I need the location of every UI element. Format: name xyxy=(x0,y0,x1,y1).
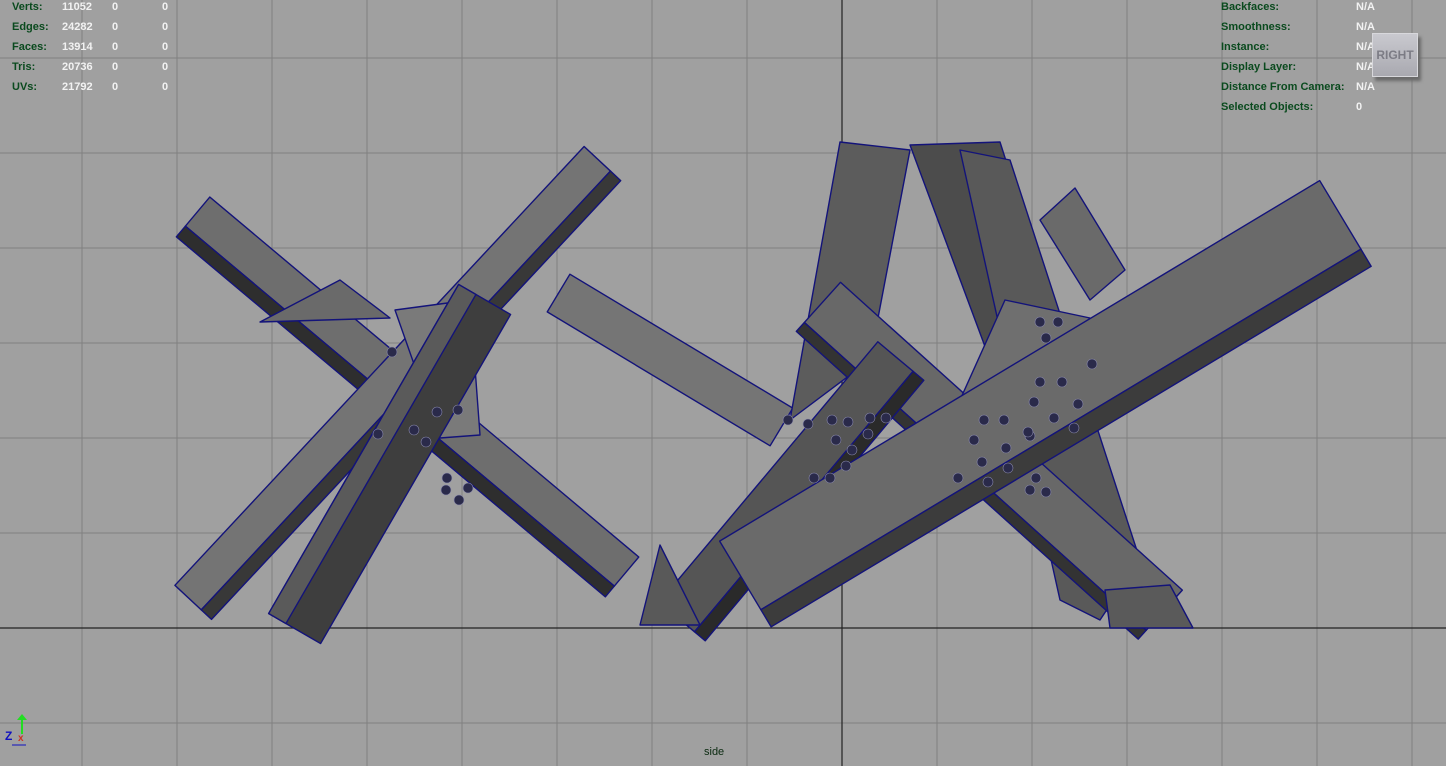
stat-value: 11052 xyxy=(62,1,92,13)
stat-value: 24282 xyxy=(62,21,93,33)
bolt-hole xyxy=(782,414,794,426)
info-label: Instance: xyxy=(1221,41,1270,53)
bolt-hole xyxy=(1002,462,1014,474)
bolt-hole xyxy=(1056,376,1068,388)
stat-value: 0 xyxy=(162,61,169,73)
svg-text:Z: Z xyxy=(5,729,12,743)
stat-label: UVs: xyxy=(12,81,38,93)
bolt-hole xyxy=(824,472,836,484)
axis-gizmo-icon: Z x xyxy=(5,714,27,746)
bolt-hole xyxy=(1068,422,1080,434)
bolt-hole xyxy=(1000,442,1012,454)
svg-text:x: x xyxy=(18,733,24,744)
bolt-hole xyxy=(372,428,384,440)
bolt-hole xyxy=(978,414,990,426)
camera-name-label: side xyxy=(704,746,725,758)
bolt-hole xyxy=(802,418,814,430)
stat-row: Edges: 24282 0 0 xyxy=(12,17,182,37)
info-row: Backfaces: N/A xyxy=(1221,0,1381,17)
bolt-hole xyxy=(998,414,1010,426)
info-label: Smoothness: xyxy=(1221,21,1291,33)
bolt-hole xyxy=(864,412,876,424)
bolt-hole xyxy=(976,456,988,468)
bolt-hole xyxy=(431,406,443,418)
bolt-hole xyxy=(1052,316,1064,328)
bolt-hole xyxy=(826,414,838,426)
info-value: N/A xyxy=(1356,1,1375,13)
bolt-hole xyxy=(386,346,398,358)
bolt-hole xyxy=(840,460,852,472)
info-row: Display Layer: N/A xyxy=(1221,57,1381,77)
bolt-hole xyxy=(842,416,854,428)
stat-label: Faces: xyxy=(12,41,47,53)
info-value: 0 xyxy=(1356,101,1363,113)
bolt-hole xyxy=(420,436,432,448)
stat-label: Tris: xyxy=(12,61,36,73)
bolt-hole xyxy=(1022,426,1034,438)
stat-row: Verts: 11052 0 0 xyxy=(12,0,182,17)
info-row: Distance From Camera: N/A xyxy=(1221,77,1381,97)
stat-row: Tris: 20736 0 0 xyxy=(12,57,182,77)
bolt-hole xyxy=(1028,396,1040,408)
bolt-hole xyxy=(968,434,980,446)
object-details-hud: Backfaces: N/A Smoothness: N/A Instance: N/A D… xyxy=(1221,0,1381,117)
bolt-hole xyxy=(1040,486,1052,498)
stat-row: UVs: 21792 0 0 xyxy=(12,77,182,97)
bolt-hole xyxy=(452,404,464,416)
stat-value: 0 xyxy=(112,21,119,33)
info-row: Instance: N/A xyxy=(1221,37,1381,57)
stat-value: 0 xyxy=(162,21,169,33)
stat-value: 21792 xyxy=(62,81,93,93)
info-row: Smoothness: N/A xyxy=(1221,17,1381,37)
info-value: N/A xyxy=(1356,81,1375,93)
stat-label: Verts: xyxy=(12,1,43,13)
info-row: Selected Objects: 0 xyxy=(1221,97,1381,117)
bolt-hole xyxy=(1034,376,1046,388)
bolt-hole xyxy=(440,484,452,496)
bolt-hole xyxy=(1086,358,1098,370)
info-label: Display Layer: xyxy=(1221,61,1297,73)
stat-value: 0 xyxy=(112,81,119,93)
info-label: Selected Objects: xyxy=(1221,101,1314,113)
bolt-hole xyxy=(846,444,858,456)
bolt-hole xyxy=(952,472,964,484)
stat-value: 0 xyxy=(112,61,119,73)
stat-value: 13914 xyxy=(62,41,93,53)
stat-row: Faces: 13914 0 0 xyxy=(12,37,182,57)
viewcube-right[interactable]: RIGHT xyxy=(1372,33,1418,77)
bolt-hole xyxy=(1040,332,1052,344)
stat-value: 0 xyxy=(112,1,119,13)
stat-value: 0 xyxy=(162,41,169,53)
bolt-hole xyxy=(1034,316,1046,328)
info-label: Distance From Camera: xyxy=(1221,81,1345,93)
info-label: Backfaces: xyxy=(1221,1,1280,13)
bolt-hole xyxy=(453,494,465,506)
bolt-hole xyxy=(982,476,994,488)
bolt-hole xyxy=(441,472,453,484)
bolt-hole xyxy=(880,412,892,424)
poly-count-hud: Verts: 11052 0 0 Edges: 24282 0 0 Faces: 13914 0 0 T… xyxy=(12,0,182,97)
stat-label: Edges: xyxy=(12,21,49,33)
bolt-hole xyxy=(1024,484,1036,496)
bolt-hole xyxy=(408,424,420,436)
hedgehog-model xyxy=(174,141,1372,645)
stat-value: 0 xyxy=(162,81,169,93)
bolt-hole xyxy=(462,482,474,494)
bolt-hole xyxy=(808,472,820,484)
stat-value: 0 xyxy=(162,1,169,13)
bolt-hole xyxy=(862,428,874,440)
bolt-hole xyxy=(830,434,842,446)
stat-value: 20736 xyxy=(62,61,93,73)
bolt-hole xyxy=(1048,412,1060,424)
bolt-hole xyxy=(1072,398,1084,410)
bolt-hole xyxy=(1030,472,1042,484)
stat-value: 0 xyxy=(112,41,119,53)
